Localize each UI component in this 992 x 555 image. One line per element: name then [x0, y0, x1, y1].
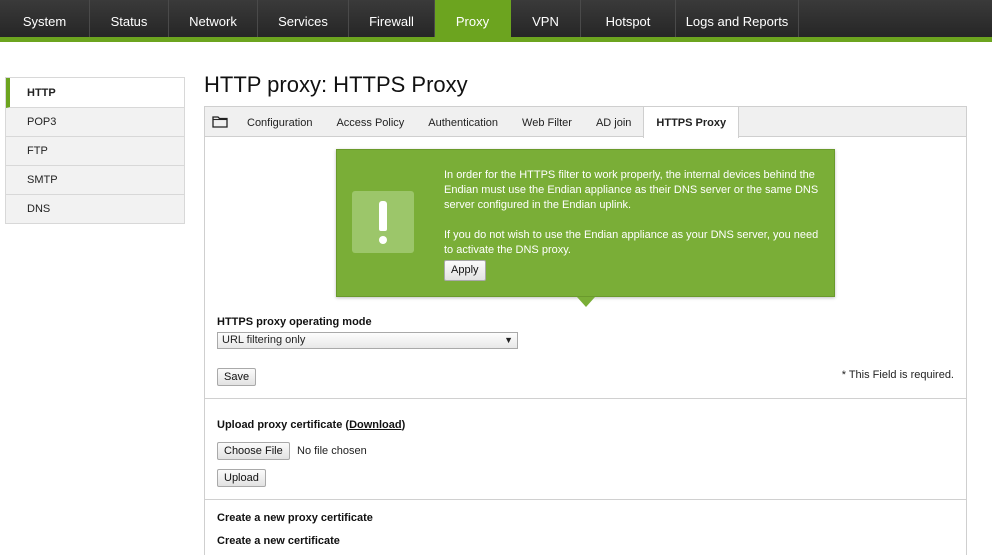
operating-mode-select[interactable]: URL filtering only ▼	[217, 332, 518, 349]
notice-pointer	[577, 297, 595, 307]
nav-services[interactable]: Services	[258, 0, 349, 37]
operating-mode-label: HTTPS proxy operating mode	[217, 316, 372, 328]
tab-bar: Configuration Access Policy Authenticati…	[205, 107, 966, 138]
nav-logs-and-reports[interactable]: Logs and Reports	[676, 0, 799, 37]
upload-certificate-label: Upload proxy certificate (Download)	[217, 419, 406, 431]
nav-hotspot[interactable]: Hotspot	[581, 0, 676, 37]
upload-button[interactable]: Upload	[217, 469, 266, 487]
nav-firewall[interactable]: Firewall	[349, 0, 435, 37]
page-title: HTTP proxy: HTTPS Proxy	[204, 72, 468, 97]
sidebar-item-ftp[interactable]: FTP	[6, 137, 184, 166]
save-button[interactable]: Save	[217, 368, 257, 386]
tab-authentication[interactable]: Authentication	[416, 107, 510, 136]
create-certificate-heading: Create a new proxy certificate	[217, 512, 373, 524]
accent-bar	[0, 37, 992, 42]
content-panel: Configuration Access Policy Authenticati…	[204, 106, 967, 555]
notice-paragraph-1: In order for the HTTPS filter to work pr…	[444, 169, 819, 211]
operating-mode-value: URL filtering only	[222, 334, 306, 346]
file-status: No file chosen	[297, 445, 367, 457]
exclamation-icon	[352, 191, 414, 253]
nav-network[interactable]: Network	[169, 0, 258, 37]
sidebar-item-pop3[interactable]: POP3	[6, 108, 184, 137]
nav-vpn[interactable]: VPN	[511, 0, 581, 37]
notice-paragraph-2: If you do not wish to use the Endian app…	[444, 229, 819, 256]
download-link[interactable]: Download	[349, 419, 402, 431]
tab-web-filter[interactable]: Web Filter	[510, 107, 584, 136]
sidebar-item-smtp[interactable]: SMTP	[6, 166, 184, 195]
create-certificate-subheading: Create a new certificate	[217, 535, 340, 547]
tab-access-policy[interactable]: Access Policy	[324, 107, 416, 136]
divider	[205, 398, 966, 399]
nav-proxy[interactable]: Proxy	[435, 0, 511, 37]
apply-button[interactable]: Apply	[444, 260, 486, 281]
dropdown-caret-icon: ▼	[504, 335, 513, 345]
sidebar-item-dns[interactable]: DNS	[6, 195, 184, 224]
divider	[205, 499, 966, 500]
folder-icon[interactable]	[205, 107, 235, 136]
tab-configuration[interactable]: Configuration	[235, 107, 324, 136]
top-navigation: System Status Network Services Firewall …	[0, 0, 992, 37]
nav-status[interactable]: Status	[90, 0, 169, 37]
sidebar: HTTP POP3 FTP SMTP DNS	[5, 77, 185, 224]
nav-system[interactable]: System	[0, 0, 90, 37]
dns-notice: In order for the HTTPS filter to work pr…	[336, 149, 835, 307]
required-note: * This Field is required.	[841, 369, 954, 381]
sidebar-item-http[interactable]: HTTP	[6, 78, 184, 108]
tab-https-proxy[interactable]: HTTPS Proxy	[643, 107, 740, 138]
choose-file-button[interactable]: Choose File	[217, 442, 290, 460]
notice-message: In order for the HTTPS filter to work pr…	[444, 168, 829, 281]
tab-ad-join[interactable]: AD join	[584, 107, 643, 136]
